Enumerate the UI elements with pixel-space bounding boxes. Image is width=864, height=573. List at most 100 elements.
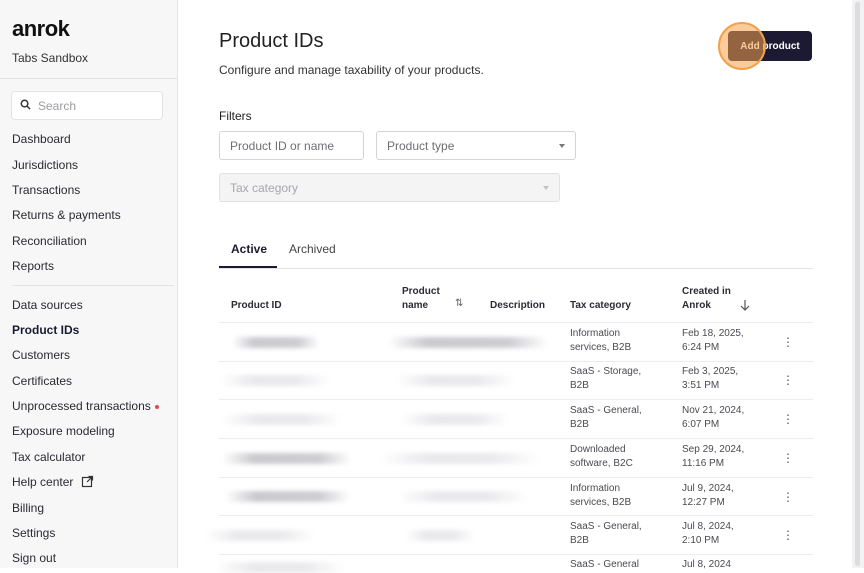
row-divider [219,554,813,555]
sidebar-item-certificates[interactable]: Certificates [12,374,72,388]
created-date-cell: Jul 8, 2024 [682,559,731,570]
scrollbar-thumb[interactable] [855,2,860,566]
column-header-product-name-line2: name [402,300,429,311]
row-divider [219,515,813,516]
tax-category-select[interactable]: Tax category [219,173,560,202]
product-id-filter-input[interactable]: Product ID or name [219,131,364,160]
sidebar-item-transactions[interactable]: Transactions [12,183,80,197]
sidebar-item-reconciliation[interactable]: Reconciliation [12,234,87,248]
tax-category-cell: SaaS - General, [570,405,642,416]
created-time-cell: 6:24 PM [682,342,720,353]
chevron-down-icon [543,186,549,190]
sidebar-item-dashboard[interactable]: Dashboard [12,132,71,146]
tabs-divider [219,268,813,269]
created-date-cell: Jul 9, 2024, [682,483,734,494]
search-input[interactable] [38,96,156,116]
row-menu-icon[interactable]: ⋮ [782,335,794,349]
sidebar-item-exposure-modeling[interactable]: Exposure modeling [12,424,115,438]
chevron-down-icon [559,144,565,148]
tab-active[interactable]: Active [231,242,267,256]
column-header-product-id: Product ID [231,300,282,311]
sidebar-item-reports[interactable]: Reports [12,259,54,273]
sidebar-item-settings[interactable]: Settings [12,526,55,540]
column-header-description: Description [490,300,546,311]
tax-category-cell: Information [570,328,621,339]
tax-category-cell: B2B [570,535,589,546]
anrok-logo[interactable]: anrok [12,16,70,42]
redacted-product-id [220,375,330,386]
tax-category-cell: B2B [570,380,589,391]
page-title: Product IDs [219,30,324,52]
sidebar-item-unprocessed-transactions[interactable]: Unprocessed transactions [12,399,159,413]
tax-category-cell: SaaS - Storage, [570,366,642,377]
sidebar: anrok Tabs Sandbox Dashboard Jurisdictio… [0,0,178,568]
tax-category-cell: Information [570,483,621,494]
row-menu-icon[interactable]: ⋮ [782,451,794,465]
row-divider [219,438,813,439]
created-date-cell: Nov 21, 2024, [682,405,745,416]
tax-category-cell: SaaS - General, [570,521,642,532]
row-menu-icon[interactable]: ⋮ [782,528,794,542]
tax-category-cell: B2B [570,419,589,430]
sidebar-item-product-ids[interactable]: Product IDs [12,323,79,337]
tax-category-value: Tax category [230,181,299,195]
tax-category-cell: software, B2C [570,458,633,469]
created-time-cell: 12:27 PM [682,497,725,508]
column-header-tax-category: Tax category [570,300,631,311]
column-header-created-line1: Created in [682,286,731,297]
tax-category-cell: services, B2B [570,497,632,508]
sidebar-item-billing[interactable]: Billing [12,501,44,515]
row-menu-icon[interactable]: ⋮ [782,373,794,387]
search-icon [20,99,31,110]
redacted-product-name [400,414,510,425]
redacted-product-id [225,491,350,502]
sidebar-item-data-sources[interactable]: Data sources [12,298,83,312]
tax-category-cell: services, B2B [570,342,632,353]
sidebar-item-help-center[interactable]: Help center [12,475,94,489]
redacted-product-name [380,453,540,464]
sidebar-divider [0,78,177,79]
created-time-cell: 3:51 PM [682,380,720,391]
created-date-cell: Feb 3, 2025, [682,366,739,377]
tab-archived[interactable]: Archived [289,242,336,256]
created-date-cell: Jul 8, 2024, [682,521,734,532]
row-divider [219,477,813,478]
sidebar-item-sign-out[interactable]: Sign out [12,551,56,565]
created-time-cell: 11:16 PM [682,458,725,469]
product-type-select[interactable]: Product type [376,131,576,160]
search-box[interactable] [11,91,163,120]
redacted-product-name [395,375,515,386]
row-menu-icon[interactable]: ⋮ [782,490,794,504]
sort-icon[interactable]: ⇅ [455,298,463,309]
redacted-product-id [222,453,352,464]
product-id-filter-placeholder: Product ID or name [230,139,335,153]
page-scrollbar[interactable] [852,0,864,568]
redacted-product-name [405,530,475,541]
add-product-button[interactable]: Add product [728,31,812,61]
redacted-product-name [398,491,528,502]
redacted-product-id [205,530,315,541]
row-divider [219,361,813,362]
created-time-cell: 2:10 PM [682,535,720,546]
product-type-value: Product type [387,139,455,153]
created-date-cell: Feb 18, 2025, [682,328,744,339]
created-time-cell: 6:07 PM [682,419,720,430]
sidebar-item-customers[interactable]: Customers [12,348,70,362]
sidebar-item-label: Help center [12,475,74,489]
sidebar-item-returns-payments[interactable]: Returns & payments [12,208,121,222]
sidebar-item-jurisdictions[interactable]: Jurisdictions [12,158,78,172]
external-link-icon [81,475,93,488]
column-header-product-name-line1: Product [402,286,440,297]
org-name[interactable]: Tabs Sandbox [12,51,88,65]
row-divider [219,399,813,400]
row-menu-icon[interactable]: ⋮ [782,412,794,426]
sidebar-item-tax-calculator[interactable]: Tax calculator [12,450,85,464]
sort-descending-arrow-icon[interactable] [739,299,751,312]
unread-dot-icon [154,404,159,409]
row-divider [219,322,813,323]
redacted-product-id [232,337,320,348]
redacted-product-name [388,337,548,348]
sidebar-divider [12,285,174,286]
tax-category-cell: Downloaded [570,444,626,455]
created-date-cell: Sep 29, 2024, [682,444,745,455]
